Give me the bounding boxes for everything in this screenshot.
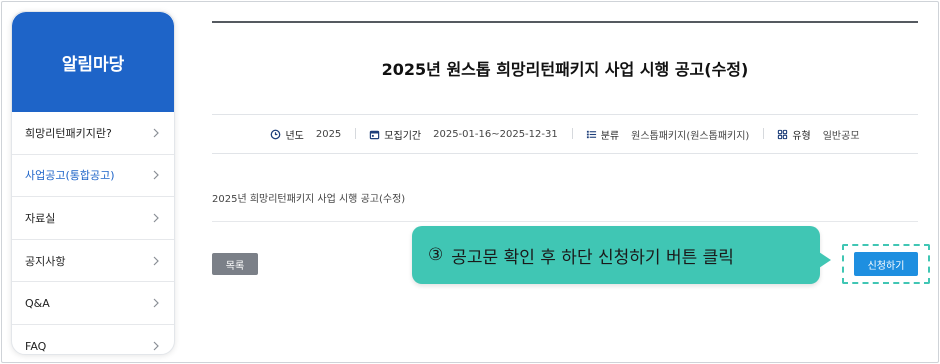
meta-year-value: 2025 (315, 128, 342, 140)
sidebar-item-announcements[interactable]: 사업공고(통합공고) (12, 155, 174, 198)
chevron-right-icon (150, 297, 162, 309)
callout-pointer (819, 252, 831, 268)
list-icon (586, 129, 597, 140)
sidebar-item-resources[interactable]: 자료실 (12, 197, 174, 240)
chevron-right-icon (150, 127, 162, 139)
callout-step-number: ③ (428, 245, 444, 265)
notice-body-text: 2025년 희망리턴패키지 사업 시행 공고(수정) (212, 194, 406, 205)
chevron-right-icon (150, 169, 162, 181)
list-button[interactable]: 목록 (212, 253, 258, 275)
calendar-icon (369, 129, 380, 140)
meta-type: 유형 일반공모 (763, 127, 873, 142)
sidebar-title: 알림마당 (12, 12, 174, 112)
sidebar-item-notices[interactable]: 공지사항 (12, 240, 174, 283)
meta-category-value: 원스톱패키지(원스톱패키지) (631, 130, 750, 142)
grid-icon (777, 129, 788, 140)
meta-period-value: 2025-01-16~2025-12-31 (433, 128, 558, 140)
sidebar-item-label: 자료실 (25, 211, 56, 225)
chevron-right-icon (150, 255, 162, 267)
chevron-right-icon (150, 340, 162, 352)
meta-year: 년도 2025 (256, 127, 355, 142)
meta-type-label: 유형 (792, 130, 811, 142)
meta-type-value: 일반공모 (822, 130, 860, 142)
sidebar-item-qna[interactable]: Q&A (12, 282, 174, 325)
sidebar-item-label: FAQ (25, 339, 47, 353)
sidebar-item-label: 사업공고(통합공고) (25, 169, 115, 183)
sidebar-item-label: 희망리턴패키지란? (25, 126, 112, 140)
meta-period-label: 모집기간 (384, 130, 422, 142)
meta-year-label: 년도 (285, 130, 304, 142)
instruction-callout: ③ 공고문 확인 후 하단 신청하기 버튼 클릭 (412, 226, 820, 284)
chevron-right-icon (150, 212, 162, 224)
sidebar-item-about[interactable]: 희망리턴패키지란? (12, 112, 174, 155)
sidebar-item-label: 공지사항 (25, 254, 66, 268)
sidebar: 알림마당 희망리턴패키지란? 사업공고(통합공고) 자료실 공지사항 Q&A F… (11, 11, 175, 355)
sidebar-item-faq[interactable]: FAQ (12, 325, 174, 354)
meta-category: 분류 원스톱패키지(원스톱패키지) (571, 127, 764, 142)
meta-category-label: 분류 (600, 130, 620, 142)
sidebar-item-label: Q&A (25, 296, 50, 310)
sidebar-menu: 희망리턴패키지란? 사업공고(통합공고) 자료실 공지사항 Q&A FAQ (12, 112, 174, 354)
meta-period: 모집기간 2025-01-16~2025-12-31 (355, 127, 571, 142)
content-divider (212, 221, 918, 222)
clock-icon (270, 129, 281, 140)
page-title: 2025년 원스톱 희망리턴패키지 사업 시행 공고(수정) (381, 60, 749, 79)
callout-text: 공고문 확인 후 하단 신청하기 버튼 클릭 (451, 247, 734, 268)
notice-meta-bar: 년도 2025 모집기간 2025-01-16~2025-12-31 분류 원스… (212, 114, 918, 154)
apply-button[interactable]: 신청하기 (854, 252, 918, 276)
top-divider (212, 21, 918, 23)
